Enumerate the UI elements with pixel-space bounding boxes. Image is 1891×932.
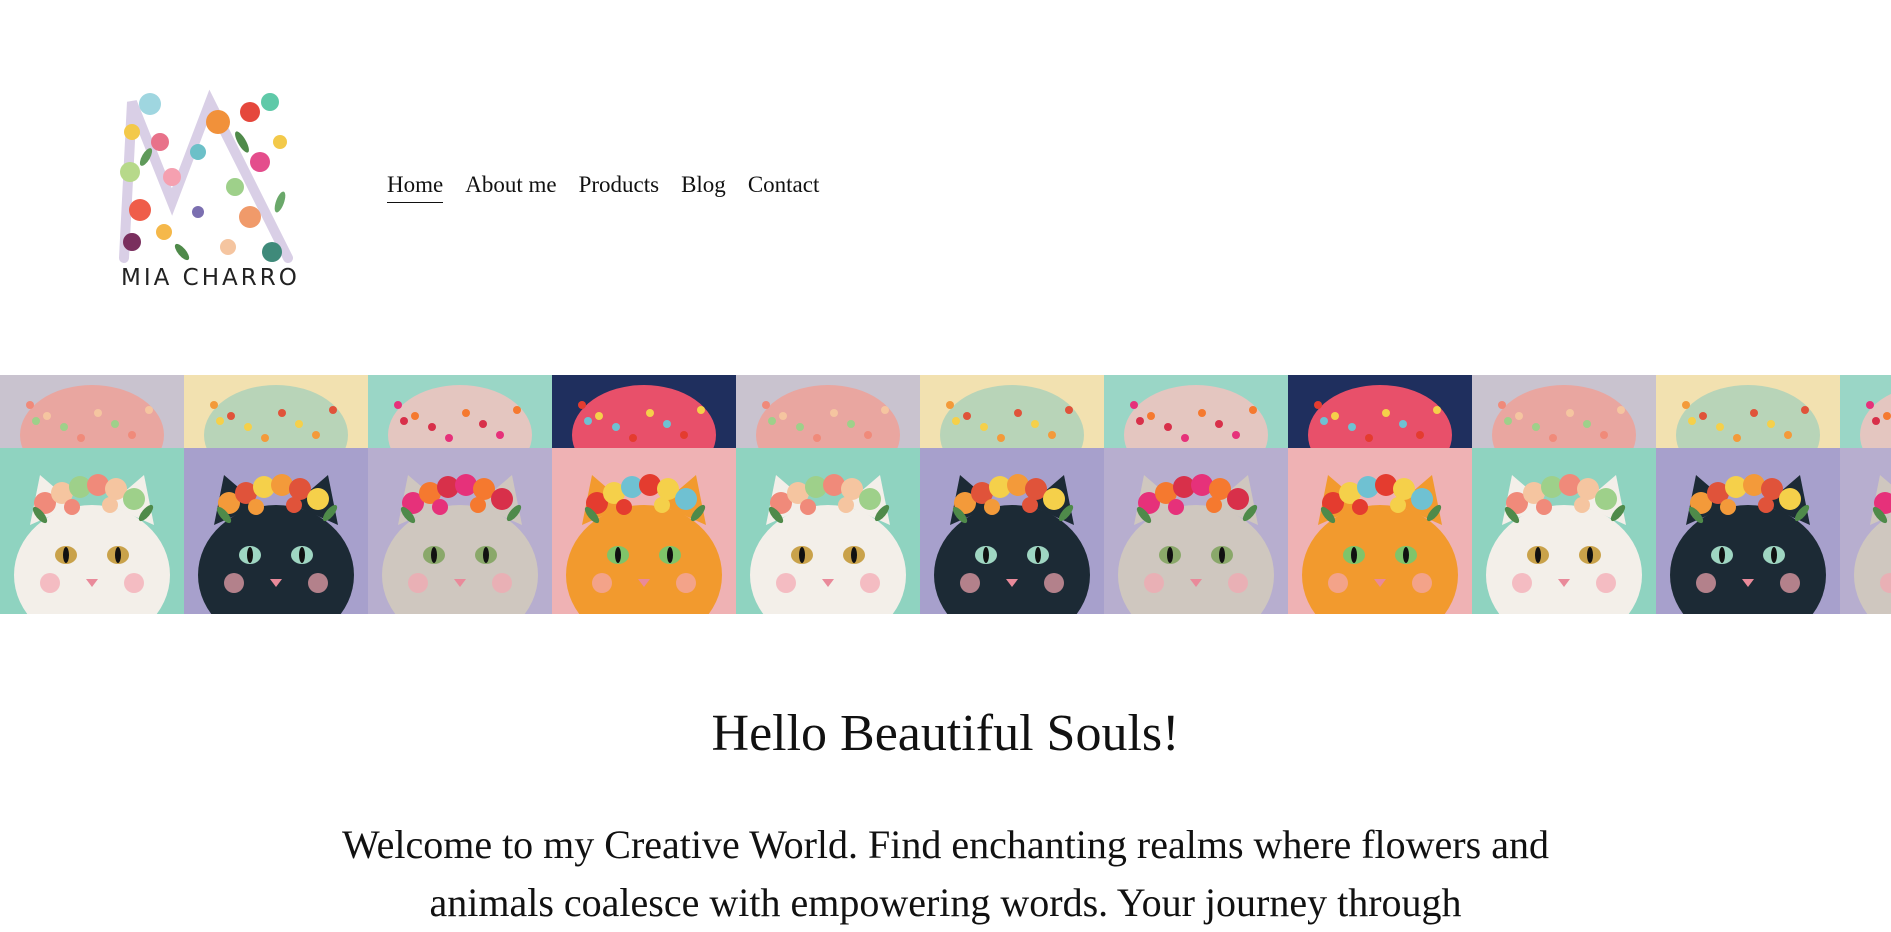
- nav-item-about-me[interactable]: About me: [465, 172, 556, 203]
- hero-banner: [0, 375, 1891, 614]
- cat-illustration-icon: [1288, 375, 1472, 614]
- banner-tile: [1104, 375, 1288, 614]
- banner-tile: [1656, 375, 1840, 614]
- cat-illustration-icon: [920, 375, 1104, 614]
- cat-illustration-icon: [552, 375, 736, 614]
- cat-illustration-icon: [0, 375, 184, 614]
- floral-m-logo-icon: [119, 89, 293, 263]
- banner-tile: [1840, 375, 1891, 614]
- banner-tile: [552, 375, 736, 614]
- banner-tile: [368, 375, 552, 614]
- intro-text: Welcome to my Creative World. Find encha…: [342, 822, 1549, 925]
- main-nav: Home About me Products Blog Contact: [387, 172, 819, 203]
- cat-illustration-icon: [1104, 375, 1288, 614]
- nav-item-contact[interactable]: Contact: [748, 172, 820, 203]
- banner-tile: [920, 375, 1104, 614]
- banner-tile: [0, 375, 184, 614]
- nav-item-blog[interactable]: Blog: [681, 172, 726, 203]
- page-heading: Hello Beautiful Souls!: [711, 705, 1180, 762]
- banner-tile: [1472, 375, 1656, 614]
- cat-illustration-icon: [1656, 375, 1840, 614]
- banner-tile: [1288, 375, 1472, 614]
- banner-tile: [736, 375, 920, 614]
- cat-illustration-icon: [1840, 375, 1891, 614]
- nav-item-home[interactable]: Home: [387, 172, 444, 203]
- banner-tile: [184, 375, 368, 614]
- cat-illustration-icon: [184, 375, 368, 614]
- cat-illustration-icon: [368, 375, 552, 614]
- nav-item-products[interactable]: Products: [579, 172, 660, 203]
- cat-illustration-icon: [736, 375, 920, 614]
- cat-illustration-icon: [1472, 375, 1656, 614]
- brand-logo[interactable]: [110, 82, 310, 292]
- brand-name: MIA CHARRO: [121, 265, 300, 291]
